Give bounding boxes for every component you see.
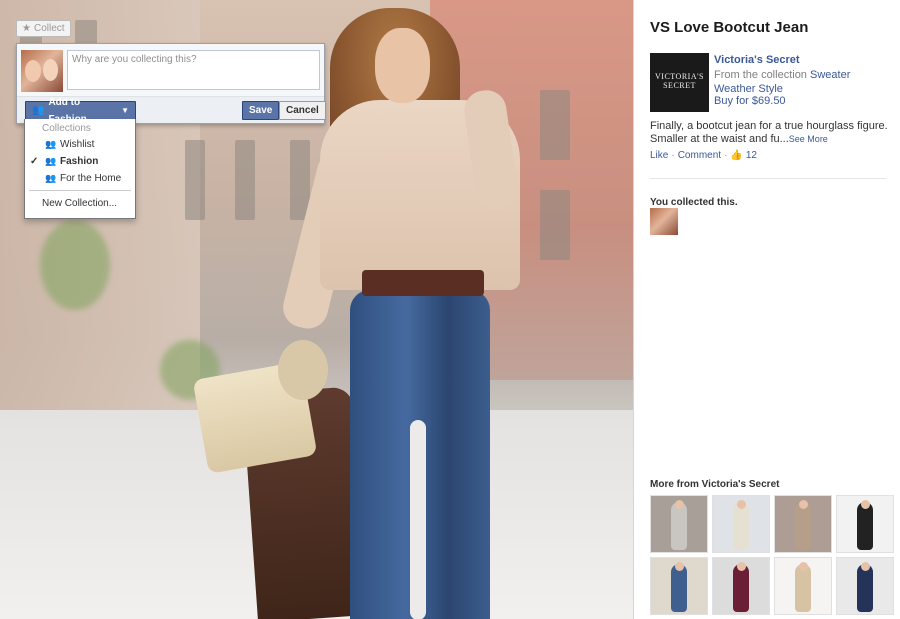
model-figure	[795, 564, 811, 612]
collector-avatar[interactable]	[650, 208, 678, 235]
model-face	[375, 28, 430, 103]
window	[540, 190, 570, 260]
like-count[interactable]: 12	[746, 150, 757, 161]
people-icon: 👥	[45, 139, 57, 149]
model-figure	[671, 502, 687, 550]
star-icon: ★	[22, 23, 31, 34]
collection-item-label: Fashion	[60, 156, 99, 167]
description-text: Finally, a bootcut jean for a true hourg…	[650, 120, 888, 145]
product-thumbnail[interactable]	[650, 495, 708, 553]
buy-link[interactable]: Buy for $69.50	[714, 95, 786, 107]
add-to-collection-button[interactable]: 👥 Add to Fashion ▼	[25, 97, 136, 125]
product-thumbnail[interactable]	[650, 557, 708, 615]
product-description: Finally, a bootcut jean for a true hourg…	[650, 120, 890, 146]
model-head	[861, 500, 870, 509]
product-thumbnail[interactable]	[836, 557, 894, 615]
model-head	[861, 562, 870, 571]
model-figure	[733, 564, 749, 612]
model-head	[675, 500, 684, 509]
window	[540, 90, 570, 160]
model-figure	[671, 564, 687, 612]
collection-item-label: For the Home	[60, 173, 122, 184]
separator-dot: ·	[671, 150, 675, 161]
more-products-grid	[650, 495, 894, 615]
collect-button[interactable]: ★ Collect	[16, 20, 71, 37]
buy-price[interactable]: Buy for $69.50	[714, 95, 786, 107]
logo-text-line: VICTORIA'S	[655, 72, 704, 81]
product-thumbnail[interactable]	[712, 557, 770, 615]
collections-header: Collections	[42, 123, 91, 134]
logo-text-line: SECRET	[663, 81, 696, 90]
product-thumbnail[interactable]	[712, 495, 770, 553]
people-icon: 👥	[32, 105, 45, 116]
cancel-button[interactable]: Cancel	[279, 101, 326, 120]
model-head	[799, 500, 808, 509]
collection-item-fashion[interactable]: ✓ 👥 Fashion	[25, 153, 135, 170]
divider	[650, 178, 886, 179]
you-collected-label: You collected this.	[650, 197, 738, 208]
collection-item-for-the-home[interactable]: 👥 For the Home	[25, 170, 135, 187]
model-head	[799, 562, 808, 571]
collections-dropdown: Collections 👥 Wishlist ✓ 👥 Fashion 👥 For…	[24, 119, 136, 219]
model-figure	[857, 564, 873, 612]
checkmark-icon: ✓	[30, 156, 39, 167]
more-from-heading: More from Victoria's Secret	[650, 479, 780, 490]
model-head	[737, 562, 746, 571]
product-title: VS Love Bootcut Jean	[650, 19, 809, 36]
bootcut-jeans	[350, 290, 490, 619]
model-head	[737, 500, 746, 509]
product-thumbnail[interactable]	[774, 557, 832, 615]
save-button[interactable]: Save	[242, 101, 280, 120]
collection-item-wishlist[interactable]: 👥 Wishlist	[25, 136, 135, 153]
thumbs-up-icon: 👍	[730, 150, 743, 161]
product-sidebar: VS Love Bootcut Jean VICTORIA'S SECRET V…	[633, 0, 900, 619]
people-icon: 👥	[45, 156, 57, 166]
model-figure	[857, 502, 873, 550]
comment-link[interactable]: Comment	[678, 150, 721, 161]
people-icon: 👥	[45, 173, 57, 183]
like-link[interactable]: Like	[650, 150, 668, 161]
from-collection-prefix: From the collection	[714, 69, 807, 81]
avatar	[21, 50, 63, 92]
new-collection-item[interactable]: New Collection...	[25, 195, 135, 212]
window	[185, 140, 205, 220]
product-thumbnail[interactable]	[774, 495, 832, 553]
collect-label: Collect	[33, 23, 65, 34]
victorias-secret-logo[interactable]: VICTORIA'S SECRET	[650, 53, 709, 112]
collect-popup: 👥 Add to Fashion ▼ Save Cancel	[16, 43, 326, 125]
separator-dot: ·	[724, 150, 728, 161]
background-tree	[40, 220, 110, 310]
see-more-link[interactable]: See More	[789, 134, 828, 144]
brand-link[interactable]: Victoria's Secret	[714, 54, 800, 66]
collection-source: From the collection Sweater Weather Styl…	[714, 68, 894, 96]
caret-down-icon: ▼	[121, 106, 129, 115]
belt	[362, 270, 484, 296]
collect-reason-input[interactable]	[67, 50, 320, 90]
hat	[278, 340, 328, 400]
model-head	[675, 562, 684, 571]
model-figure	[733, 502, 749, 550]
product-thumbnail[interactable]	[836, 495, 894, 553]
model-figure	[795, 502, 811, 550]
collection-item-label: Wishlist	[60, 139, 95, 150]
divider	[29, 190, 131, 191]
feedback-actions: Like · Comment · 👍 12	[650, 150, 757, 161]
window	[235, 140, 255, 220]
